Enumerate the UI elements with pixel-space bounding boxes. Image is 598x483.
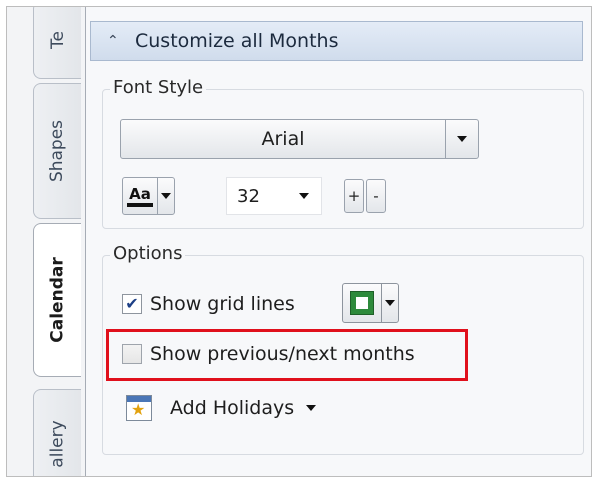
calendar-panel: ⌃ Customize all Months Font Style Arial … — [85, 7, 591, 476]
grid-color-button[interactable] — [342, 283, 382, 323]
font-size-value: 32 — [237, 185, 260, 207]
chevron-down-icon — [306, 405, 317, 411]
calendar-star-icon: ★ — [126, 395, 152, 421]
show-prev-next-checkbox[interactable] — [122, 344, 142, 364]
chevron-down-icon — [385, 300, 395, 306]
section-header[interactable]: ⌃ Customize all Months — [90, 21, 583, 61]
tab-shapes[interactable]: Shapes — [33, 83, 81, 219]
font-size-combo[interactable]: 32 — [226, 177, 322, 215]
tab-label: Te — [47, 31, 68, 49]
add-holidays-label: Add Holidays — [170, 397, 295, 419]
show-prev-next-label: Show previous/next months — [150, 343, 415, 365]
show-prev-next-row[interactable]: Show previous/next months — [122, 343, 415, 365]
options-legend: Options — [110, 243, 186, 264]
window-frame: Te Shapes Calendar allery ⌃ Customize al… — [6, 6, 592, 477]
show-grid-lines-label: Show grid lines — [150, 293, 295, 315]
chevron-down-icon — [161, 193, 171, 199]
increase-label: + — [347, 187, 361, 205]
chevron-up-icon[interactable]: ⌃ — [107, 33, 129, 49]
tab-calendar[interactable]: Calendar — [33, 223, 81, 377]
tab-label: allery — [47, 420, 68, 468]
font-color-button[interactable]: Aa — [122, 177, 158, 215]
add-holidays-button[interactable]: ★ Add Holidays — [126, 395, 317, 421]
font-dropdown-arrow[interactable] — [445, 119, 479, 159]
font-name-value: Arial — [261, 128, 305, 150]
tab-gallery[interactable]: allery — [33, 389, 81, 476]
font-name-dropdown[interactable]: Arial — [120, 119, 446, 159]
decrease-label: - — [373, 187, 379, 205]
checkmark-icon: ✔ — [125, 294, 139, 313]
chevron-down-icon — [457, 136, 467, 142]
font-color-dropdown-arrow[interactable] — [157, 177, 175, 215]
show-grid-lines-row[interactable]: ✔ Show grid lines — [122, 293, 295, 315]
grid-color-swatch-icon — [351, 292, 373, 314]
section-title: Customize all Months — [135, 30, 339, 52]
chevron-down-icon — [299, 193, 309, 199]
tab-label: Calendar — [47, 257, 68, 343]
font-style-legend: Font Style — [110, 77, 207, 98]
tab-text[interactable]: Te — [33, 7, 81, 79]
decrease-font-button[interactable]: - — [366, 179, 386, 213]
vertical-tab-strip: Te Shapes Calendar allery — [7, 7, 87, 476]
tab-label: Shapes — [47, 119, 68, 183]
grid-color-dropdown-arrow[interactable] — [381, 283, 399, 323]
font-color-icon: Aa — [127, 185, 153, 207]
show-grid-lines-checkbox[interactable]: ✔ — [122, 294, 142, 314]
increase-font-button[interactable]: + — [344, 179, 364, 213]
